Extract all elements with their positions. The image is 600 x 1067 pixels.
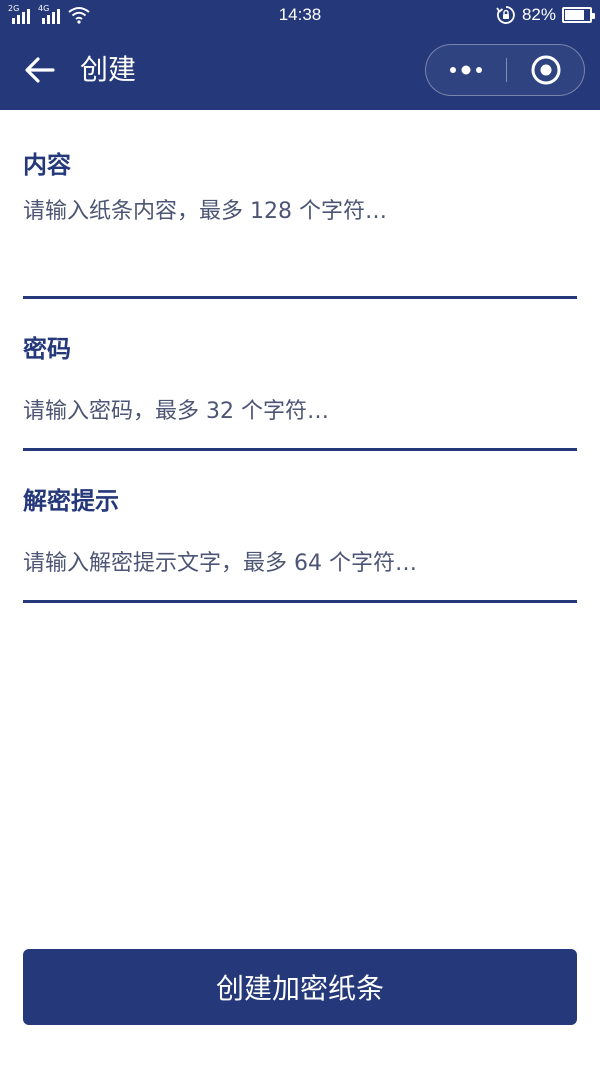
create-note-button[interactable]: 创建加密纸条 <box>23 949 577 1025</box>
battery-percent: 82% <box>521 5 556 24</box>
password-label: 密码 <box>23 335 71 363</box>
password-underline <box>23 448 577 451</box>
hint-input[interactable] <box>23 546 577 582</box>
more-button[interactable] <box>426 45 506 94</box>
content-underline <box>23 296 577 299</box>
arrow-left-icon <box>25 57 55 83</box>
back-button[interactable] <box>22 52 58 88</box>
status-right: 82% <box>496 4 595 26</box>
hint-label: 解密提示 <box>23 487 119 515</box>
create-note-screen: 2G 4G 14:38 82% 创建 内容 请输入纸条内容，最多 128 个字符… <box>0 0 600 1067</box>
battery-icon <box>562 7 595 23</box>
page-title: 创建 <box>80 53 137 86</box>
content-input[interactable] <box>23 196 577 288</box>
more-dots-icon <box>450 65 482 74</box>
content-label: 内容 <box>23 151 71 179</box>
password-input[interactable] <box>23 394 577 430</box>
status-bar: 2G 4G 14:38 82% <box>0 0 600 30</box>
hint-underline <box>23 600 577 603</box>
navigation-bar: 创建 <box>0 30 600 110</box>
target-circle-icon <box>531 55 561 84</box>
rotation-lock-icon <box>496 6 515 24</box>
mini-program-capsule <box>425 44 585 96</box>
close-mini-program-button[interactable] <box>507 45 585 94</box>
